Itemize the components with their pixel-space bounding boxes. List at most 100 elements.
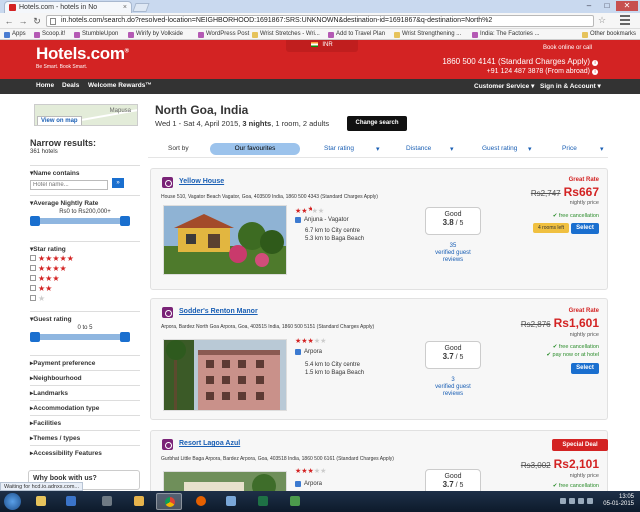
- select-button[interactable]: Select: [571, 223, 599, 234]
- checkbox[interactable]: [30, 295, 36, 301]
- guest-rating-title[interactable]: Guest rating: [30, 312, 140, 323]
- filter-accommodation[interactable]: Accommodation type: [30, 400, 140, 415]
- checkbox[interactable]: [30, 275, 36, 281]
- hotel-photo[interactable]: [163, 205, 287, 275]
- guest-max-handle[interactable]: [120, 332, 130, 342]
- address-bar[interactable]: in.hotels.com/search.do?resolved-locatio…: [46, 15, 594, 27]
- search-details: Wed 1 - Sat 4, April 2015, 3 nights, 1 r…: [155, 119, 329, 128]
- sort-price[interactable]: Price: [562, 143, 577, 155]
- new-tab-button[interactable]: [132, 3, 150, 12]
- reviews-link[interactable]: 35 verified guest reviews: [425, 243, 481, 264]
- hotel-name-link[interactable]: Yellow House: [179, 178, 224, 185]
- nav-deals[interactable]: Deals: [62, 82, 79, 89]
- bookmark-wrist-strength[interactable]: Wrist Strengthening ...: [394, 30, 461, 39]
- info-icon[interactable]: i: [592, 60, 598, 66]
- taskbar-app-chrome[interactable]: [156, 493, 182, 510]
- map-thumbnail[interactable]: Mapusa View on map: [34, 104, 138, 126]
- filter-accessibility[interactable]: Accessibility Features: [30, 445, 140, 460]
- hotel-name-link[interactable]: Resort Lagoa Azul: [179, 440, 240, 447]
- nav-customer-service[interactable]: Customer Service: [474, 82, 534, 90]
- site-nav: Home Deals Welcome Rewards™ Customer Ser…: [0, 79, 640, 94]
- price-min-handle[interactable]: [30, 216, 40, 226]
- tray-icon[interactable]: [569, 498, 575, 504]
- chrome-menu-icon[interactable]: [620, 15, 630, 25]
- window-minimize-button[interactable]: –: [580, 1, 598, 11]
- reload-button[interactable]: ↻: [31, 15, 43, 27]
- filter-neighbourhood[interactable]: Neighbourhood: [30, 370, 140, 385]
- nav-sign-in[interactable]: Sign in & Account: [540, 82, 601, 90]
- taskbar-app-explorer[interactable]: [28, 493, 54, 510]
- star-option-4[interactable]: ★★★★: [30, 263, 140, 273]
- checkbox[interactable]: [30, 285, 36, 291]
- back-button[interactable]: ←: [3, 15, 15, 27]
- review-text: reviews: [442, 257, 464, 263]
- currency-selector[interactable]: INR: [286, 40, 358, 52]
- hotel-card[interactable]: Sodder's Renton Manor Arpora, Bardez Nor…: [150, 298, 608, 420]
- checkbox[interactable]: [30, 265, 36, 271]
- clock[interactable]: 13:05 05-01-2015: [603, 494, 634, 508]
- change-search-button[interactable]: Change search: [347, 116, 407, 131]
- forward-button[interactable]: →: [17, 15, 29, 27]
- filter-landmarks[interactable]: Landmarks: [30, 385, 140, 400]
- nav-welcome-rewards[interactable]: Welcome Rewards™: [88, 82, 152, 89]
- tab-close-icon[interactable]: ×: [123, 4, 127, 11]
- filter-themes[interactable]: Themes / types: [30, 430, 140, 445]
- volume-icon[interactable]: [587, 498, 593, 504]
- window-maximize-button[interactable]: □: [598, 1, 616, 11]
- filter-facilities[interactable]: Facilities: [30, 415, 140, 430]
- hotel-card[interactable]: Yellow House House 510, Vagator Beach Va…: [150, 168, 608, 290]
- taskbar-app-photos[interactable]: [218, 493, 244, 510]
- guest-min-handle[interactable]: [30, 332, 40, 342]
- sort-our-favourites[interactable]: Our favourites: [210, 143, 300, 155]
- bookmark-wordpress[interactable]: WordPress Post: [198, 30, 249, 39]
- bookmark-scoopit[interactable]: Scoop.it!: [34, 30, 65, 39]
- bookmark-wrist-stretches[interactable]: Wrist Stretches - Wri...: [252, 30, 320, 39]
- bookmark-stumbleupon[interactable]: StumbleUpon: [74, 30, 118, 39]
- bookmark-star-icon[interactable]: ☆: [598, 15, 606, 26]
- name-filter-title[interactable]: Name contains: [30, 166, 140, 177]
- info-icon[interactable]: i: [592, 69, 598, 75]
- hotel-photo[interactable]: [163, 339, 287, 411]
- tray-icon[interactable]: [560, 498, 566, 504]
- view-on-map-button[interactable]: View on map: [37, 116, 82, 125]
- sort-guest-rating[interactable]: Guest rating: [482, 143, 517, 155]
- folder-icon: [582, 31, 588, 38]
- taskbar-app-firefox[interactable]: [188, 493, 214, 510]
- bookmark-apps[interactable]: Apps: [4, 30, 26, 39]
- bookmark-wirify[interactable]: Wirify by Volkside: [128, 30, 183, 39]
- bookmark-travel-plan[interactable]: Add to Travel Plan: [328, 30, 385, 39]
- start-button[interactable]: [4, 493, 21, 510]
- window-close-button[interactable]: ✕: [616, 1, 638, 11]
- checkbox[interactable]: [30, 255, 36, 261]
- star-option-3[interactable]: ★★★: [30, 273, 140, 283]
- browser-tab[interactable]: Hotels.com - hotels in No ×: [4, 1, 132, 13]
- sort-star-rating[interactable]: Star rating: [324, 143, 354, 155]
- taskbar-app-files[interactable]: [126, 493, 152, 510]
- taskbar-app-excel[interactable]: [250, 493, 276, 510]
- select-button[interactable]: Select: [571, 363, 599, 374]
- taskbar-app-calculator[interactable]: [94, 493, 120, 510]
- other-bookmarks[interactable]: Other bookmarks: [582, 30, 636, 39]
- phone-primary-text: 1860 500 4141 (Standard Charges Apply): [442, 57, 590, 66]
- bookmark-india-factories[interactable]: India: The Factories ...: [472, 30, 540, 39]
- nav-home[interactable]: Home: [36, 82, 54, 89]
- star-option-2[interactable]: ★★: [30, 283, 140, 293]
- hotel-name-link[interactable]: Sodder's Renton Manor: [179, 308, 258, 315]
- tray-icon[interactable]: [578, 498, 584, 504]
- name-search-button[interactable]: »: [112, 178, 124, 188]
- star-option-1[interactable]: ★: [30, 293, 140, 303]
- sort-distance[interactable]: Distance: [406, 143, 431, 155]
- hotels-logo[interactable]: Hotels.com®: [36, 44, 129, 64]
- hotel-name-input[interactable]: [30, 180, 108, 190]
- star-option-5[interactable]: ★★★★★: [30, 253, 140, 263]
- taskbar-app-other[interactable]: [282, 493, 308, 510]
- taskbar-app-media[interactable]: [58, 493, 84, 510]
- hotel-card[interactable]: Resort Lagoa Azul Special Deal Gurbhat L…: [150, 430, 608, 501]
- star-filter-title[interactable]: Star rating: [30, 242, 140, 253]
- guest-rating-slider[interactable]: [30, 332, 130, 342]
- reviews-link[interactable]: 3 verified guest reviews: [425, 377, 481, 398]
- price-filter-title[interactable]: Average Nightly Rate: [30, 196, 140, 207]
- filter-payment[interactable]: Payment preference: [30, 355, 140, 370]
- price-slider[interactable]: [30, 216, 130, 226]
- price-max-handle[interactable]: [120, 216, 130, 226]
